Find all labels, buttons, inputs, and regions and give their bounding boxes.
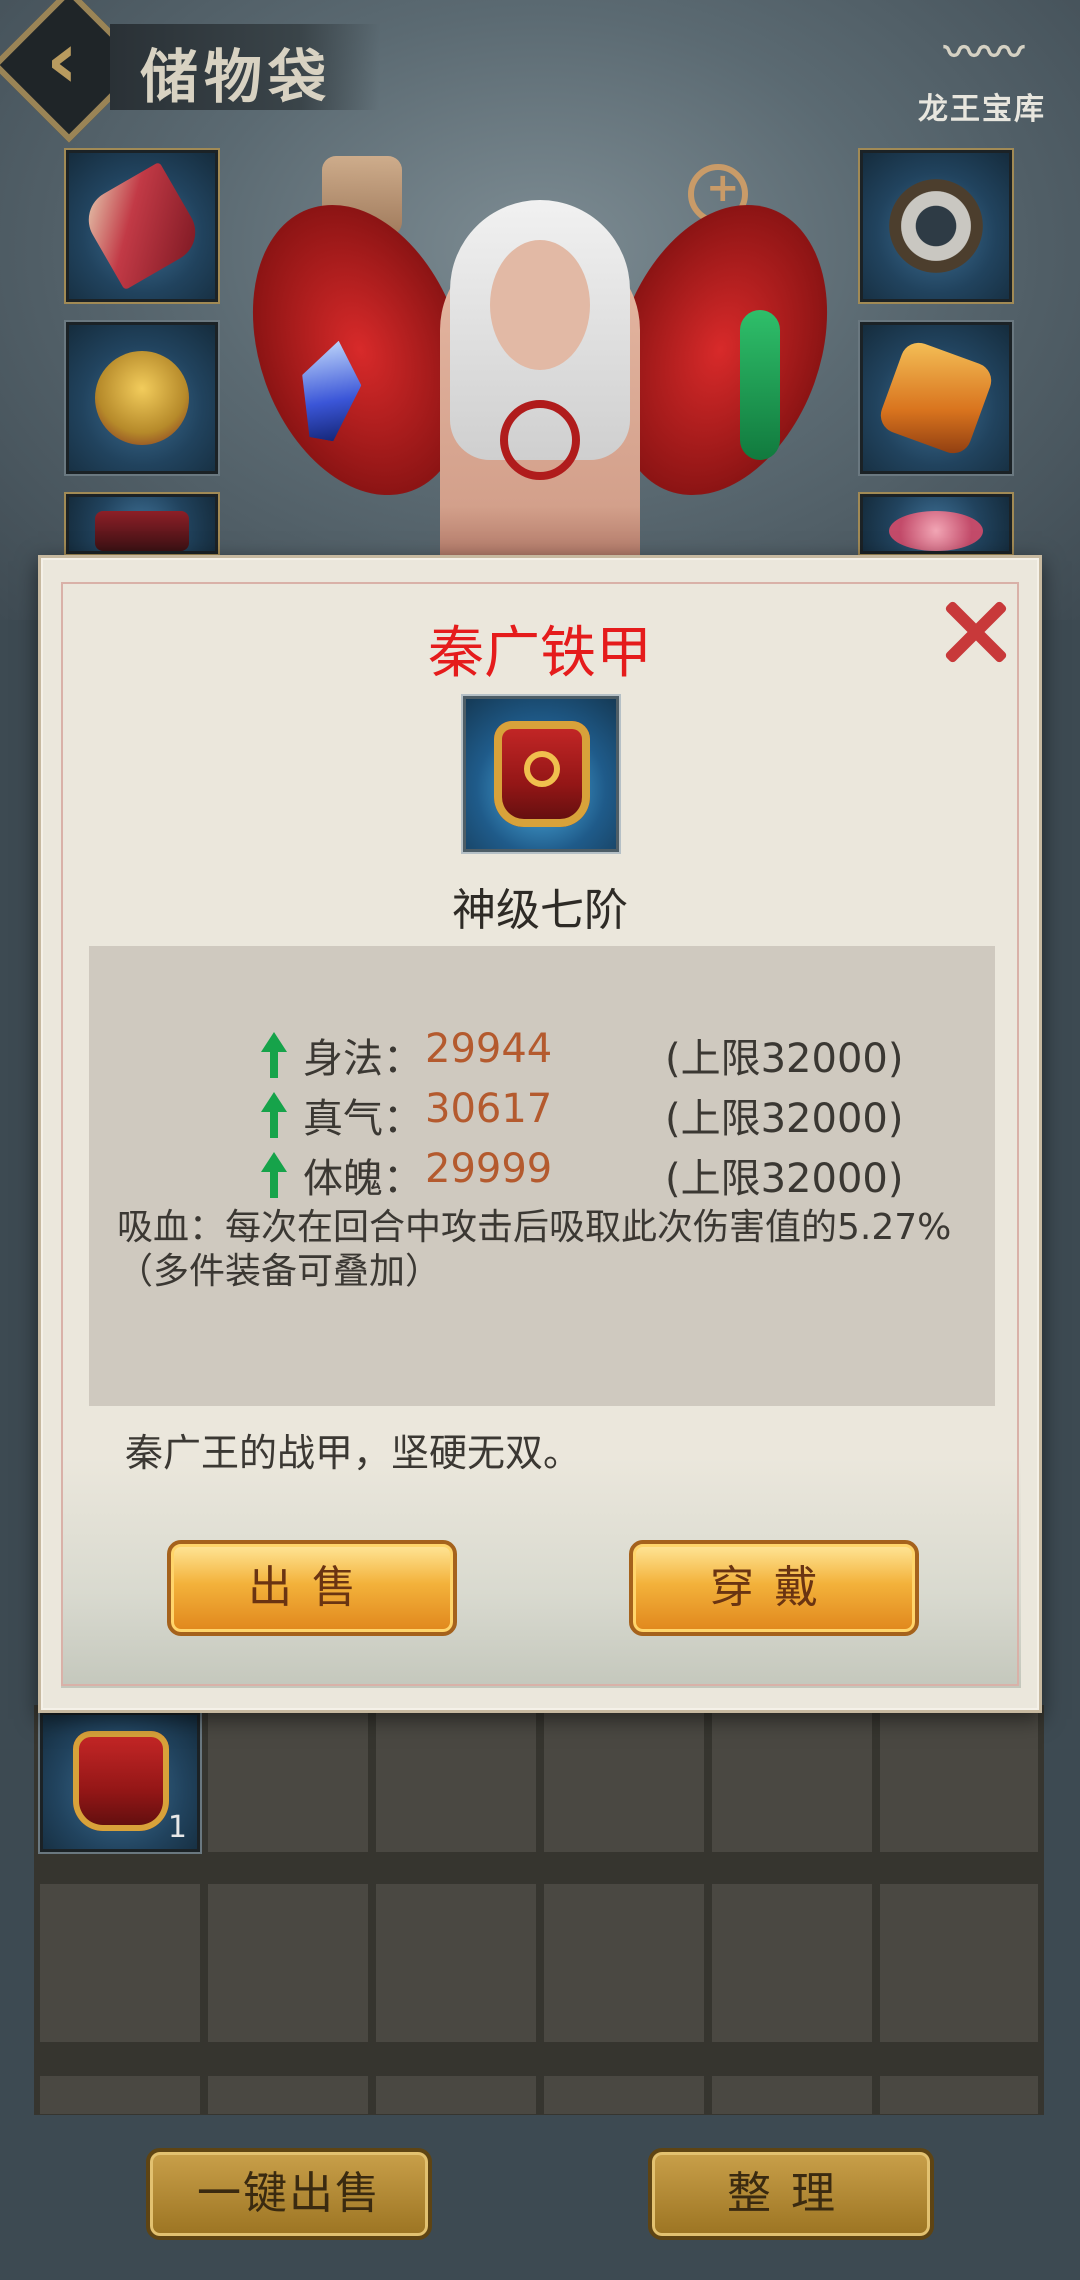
inventory-slot[interactable] (712, 1712, 872, 1852)
inventory-slot[interactable] (208, 1712, 368, 1852)
stat-value: 29944 (425, 1026, 553, 1072)
sell-all-button[interactable]: 一键出售 (146, 2148, 432, 2240)
stat-label: 真气： (303, 1096, 423, 1142)
brand-logo-text: 龙王宝库 (918, 92, 1046, 127)
up-arrow-icon (257, 1092, 291, 1140)
stat-label: 身法： (303, 1036, 423, 1082)
character-portrait (214, 140, 866, 620)
item-detail-dialog: 秦广铁甲 神级七阶 身法： 29944 (上限32000) 真气： 30617 … (38, 555, 1042, 1713)
stat-cap: (上限32000) (665, 1036, 904, 1082)
item-count: 1 (167, 1810, 187, 1845)
back-arrow-icon: ‹ (46, 16, 79, 106)
inventory-slot[interactable] (712, 2076, 872, 2114)
stat-label: 体魄： (303, 1156, 423, 1202)
inventory-slot[interactable] (40, 1884, 200, 2042)
item-description: 秦广王的战甲，坚硬无双。 (125, 1431, 582, 1475)
stat-cap: (上限32000) (665, 1096, 904, 1142)
brand-logo: 〰〰 龙王宝库 (918, 18, 1068, 128)
up-arrow-icon (257, 1032, 291, 1080)
inventory-slot[interactable] (376, 2076, 536, 2114)
lion-helmet-icon (95, 351, 189, 445)
inventory-slot[interactable] (544, 2076, 704, 2114)
stat-cap: (上限32000) (665, 1156, 904, 1202)
equip-slot-ring[interactable] (858, 148, 1014, 304)
stat-row: 体魄： 29999 (上限32000) (89, 1146, 995, 1206)
sort-button[interactable]: 整理 (648, 2148, 934, 2240)
inventory-slot[interactable] (376, 1712, 536, 1852)
inventory-slot[interactable] (376, 1884, 536, 2042)
sell-button[interactable]: 出售 (167, 1540, 457, 1636)
equip-slot-bracelet[interactable] (858, 492, 1014, 556)
armor-icon (73, 1731, 169, 1831)
stat-row: 真气： 30617 (上限32000) (89, 1086, 995, 1146)
inventory-slot-1[interactable]: 1 (38, 1710, 202, 1854)
stats-panel: 身法： 29944 (上限32000) 真气： 30617 (上限32000) … (89, 946, 995, 1406)
bracelet-icon (889, 511, 983, 551)
stat-value: 29999 (425, 1146, 553, 1192)
inventory-slot[interactable] (880, 1884, 1038, 2042)
equip-slot-helmet[interactable] (64, 320, 220, 476)
inventory-slot[interactable] (880, 1712, 1038, 1852)
inventory-slot[interactable] (40, 2076, 200, 2114)
inventory-slot[interactable] (208, 1884, 368, 2042)
ring-icon (889, 179, 983, 273)
equip-button[interactable]: 穿戴 (629, 1540, 919, 1636)
armor-icon (494, 721, 590, 827)
item-effect: 吸血：每次在回合中攻击后吸取此次伤害值的5.27%（多件装备可叠加） (117, 1207, 952, 1292)
jade-pendant-icon (740, 310, 780, 460)
close-icon[interactable] (941, 596, 1011, 666)
equip-slot-belt[interactable] (64, 492, 220, 556)
inventory-slot[interactable] (544, 1712, 704, 1852)
page-title: 储物袋 (140, 43, 333, 111)
character-face (490, 240, 590, 370)
equip-slot-weapon[interactable] (64, 148, 220, 304)
stat-value: 30617 (425, 1086, 553, 1132)
equip-slot-pendant[interactable] (858, 320, 1014, 476)
item-name: 秦广铁甲 (428, 621, 652, 686)
inventory-slot[interactable] (880, 2076, 1038, 2114)
belt-icon (95, 511, 189, 551)
up-arrow-icon (257, 1152, 291, 1200)
item-image-frame (461, 694, 621, 854)
inventory-slot[interactable] (544, 1884, 704, 2042)
character-tattoo (500, 400, 580, 480)
dragon-icon: 〰〰 (944, 29, 1024, 76)
item-grade: 神级七阶 (452, 885, 628, 936)
amber-gem-icon (875, 337, 997, 459)
stat-row: 身法： 29944 (上限32000) (89, 1026, 995, 1086)
sword-icon (77, 161, 207, 291)
inventory-slot[interactable] (712, 1884, 872, 2042)
inventory-slot[interactable] (208, 2076, 368, 2114)
